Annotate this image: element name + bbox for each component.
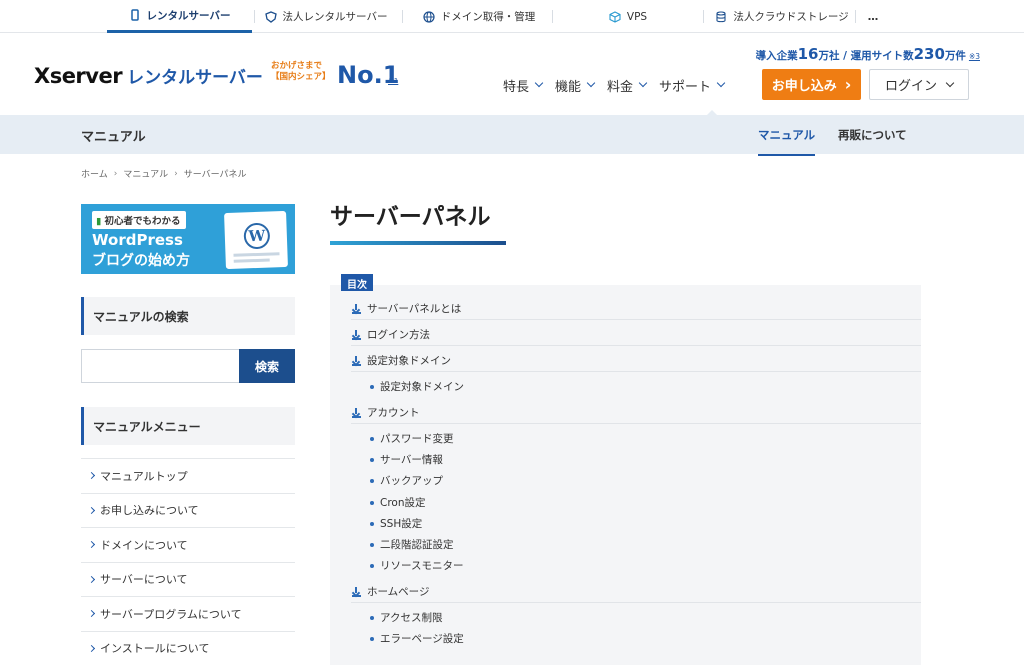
menu-item[interactable]: ドメインについて [81, 527, 295, 562]
bullet-icon [370, 564, 374, 568]
nav-functions[interactable]: 機能 [555, 76, 594, 94]
chevron-right-icon: › [114, 169, 118, 179]
menu-heading: マニュアルメニュー [81, 407, 295, 445]
globe-icon [423, 11, 435, 23]
bullet-icon [370, 458, 374, 462]
tab-more[interactable]: … [858, 0, 888, 33]
section-band: マニュアル マニュアル 再販について [0, 115, 1024, 154]
bullet-icon [370, 437, 374, 441]
toc-subitem[interactable]: サーバー情報 [370, 452, 443, 467]
shield-icon [265, 11, 277, 23]
database-icon [715, 11, 727, 23]
tab-domain[interactable]: ドメイン取得・管理 [408, 0, 550, 33]
menu-item[interactable]: マニュアルトップ [81, 458, 295, 493]
toc-subitem[interactable]: バックアップ [370, 473, 443, 488]
toc-item[interactable]: アカウント [352, 405, 420, 420]
page-title: サーバーパネル [330, 197, 491, 231]
search-heading: マニュアルの検索 [81, 297, 295, 335]
breadcrumb: ホーム › マニュアル › サーバーパネル [81, 167, 247, 180]
section-title: マニュアル [81, 126, 146, 145]
login-button[interactable]: ログイン [869, 69, 969, 100]
manual-menu: マニュアルトップ お申し込みについて ドメインについて サーバーについて サーバ… [81, 458, 295, 665]
chevron-down-icon [717, 79, 725, 87]
menu-item[interactable]: サーバーについて [81, 562, 295, 597]
chevron-down-icon [587, 79, 595, 87]
chevron-right-icon [88, 610, 95, 617]
logo-rental-server: レンタルサーバー [127, 63, 263, 88]
toc-subitem[interactable]: Cron設定 [370, 495, 426, 510]
site-logo[interactable]: Xserver レンタルサーバー [34, 63, 263, 88]
table-of-contents: サーバーパネルとは ログイン方法 設定対象ドメイン 設定対象ドメイン アカウント… [330, 285, 921, 665]
chevron-right-icon [88, 507, 95, 514]
wordpress-icon: W [243, 223, 270, 250]
bullet-icon [370, 616, 374, 620]
toc-item[interactable]: 設定対象ドメイン [352, 353, 451, 368]
apply-button[interactable]: お申し込み › [762, 69, 861, 100]
beginner-tag: ▮ 初心者でもわかる [92, 211, 186, 229]
site-header: Xserver レンタルサーバー おかげさまで 【国内シェア】 No.1 ※1 … [0, 33, 1024, 115]
chevron-down-icon [535, 79, 543, 87]
tab-vps[interactable]: VPS [558, 0, 698, 33]
global-nav: 特長 機能 料金 サポート [503, 76, 724, 94]
toc-subitem[interactable]: 設定対象ドメイン [370, 379, 464, 394]
tab-resale[interactable]: 再販について [838, 127, 907, 143]
toc-subitem[interactable]: 二段階認証設定 [370, 537, 454, 552]
search-button[interactable]: 検索 [239, 349, 295, 383]
chevron-right-icon: › [845, 75, 852, 94]
tab-manual[interactable]: マニュアル [758, 127, 815, 156]
bullet-icon [370, 385, 374, 389]
chevron-right-icon [88, 472, 95, 479]
menu-item[interactable]: サーバープログラムについて [81, 596, 295, 631]
chevron-right-icon: › [174, 169, 178, 179]
logo-xserver: Xserver [34, 64, 122, 88]
download-arrow-icon [352, 330, 361, 339]
nav-pricing[interactable]: 料金 [607, 76, 646, 94]
toc-subitem[interactable]: アクセス制限 [370, 610, 442, 625]
tab-cloud-storage[interactable]: 法人クラウドストレージ [712, 0, 852, 33]
toc-subitem[interactable]: SSH設定 [370, 516, 422, 531]
bullet-icon [370, 543, 374, 547]
leaf-icon: ▮ [96, 216, 101, 227]
toc-subitem[interactable]: リソースモニター [370, 558, 463, 573]
no1-badge: おかげさまで 【国内シェア】 No.1 ※1 [271, 61, 331, 83]
toc-item[interactable]: サーバーパネルとは [352, 301, 461, 316]
menu-item[interactable]: インストールについて [81, 631, 295, 665]
menu-item[interactable]: お申し込みについて [81, 493, 295, 528]
breadcrumb-current: サーバーパネル [184, 167, 247, 180]
wordpress-guide-banner[interactable]: ▮ 初心者でもわかる WordPress ブログの始め方 W [81, 204, 295, 274]
search-input[interactable] [81, 349, 240, 383]
download-arrow-icon [352, 356, 361, 365]
bullet-icon [370, 637, 374, 641]
chevron-right-icon [88, 645, 95, 652]
title-underline [330, 241, 506, 245]
download-arrow-icon [352, 408, 361, 417]
download-arrow-icon [352, 587, 361, 596]
chevron-right-icon [88, 576, 95, 583]
chevron-down-icon [946, 78, 954, 86]
monitor-icon [129, 9, 141, 21]
toc-item[interactable]: ログイン方法 [352, 327, 430, 342]
wordpress-card: W [224, 211, 288, 269]
breadcrumb-manual[interactable]: マニュアル [123, 167, 168, 180]
cube-icon [609, 11, 621, 23]
manual-search: 検索 [81, 349, 295, 383]
toc-subitem[interactable]: エラーページ設定 [370, 631, 464, 646]
nav-support[interactable]: サポート [659, 76, 724, 94]
tab-rental-server[interactable]: レンタルサーバー [107, 0, 252, 33]
bullet-icon [370, 501, 374, 505]
toc-item[interactable]: ホームページ [352, 584, 429, 599]
nav-features[interactable]: 特長 [503, 76, 542, 94]
toc-subitem[interactable]: パスワード変更 [370, 431, 454, 446]
breadcrumb-home[interactable]: ホーム [81, 167, 108, 180]
bullet-icon [370, 479, 374, 483]
usage-stats: 導入企業16万社 / 運用サイト数230万件※3 [756, 45, 980, 63]
download-arrow-icon [352, 304, 361, 313]
chevron-right-icon [88, 541, 95, 548]
toc-label: 目次 [341, 274, 373, 291]
product-tabs: レンタルサーバー 法人レンタルサーバー ドメイン取得・管理 VPS 法人クラウド… [0, 0, 1024, 33]
chevron-down-icon [639, 79, 647, 87]
tab-corporate-server[interactable]: 法人レンタルサーバー [258, 0, 394, 33]
bullet-icon [370, 522, 374, 526]
